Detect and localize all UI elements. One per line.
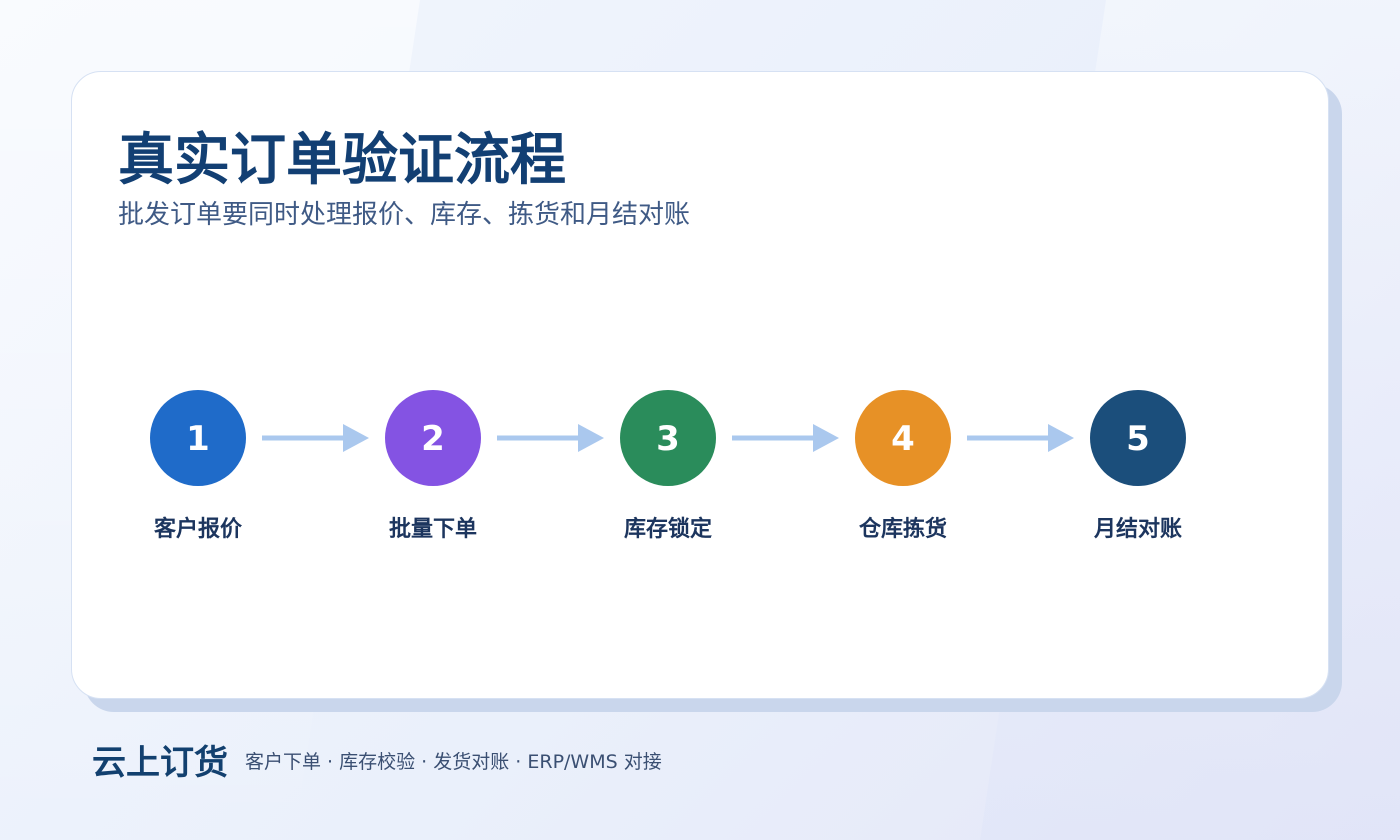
arrow-head	[578, 424, 604, 452]
arrow-head	[343, 424, 369, 452]
flow-arrow	[967, 424, 1074, 452]
step-number: 5	[1126, 419, 1150, 459]
flow-step: 5 月结对账	[1090, 390, 1186, 542]
step-number: 1	[186, 419, 210, 459]
flow-arrow	[732, 424, 839, 452]
footer-brand: 云上订货	[92, 743, 228, 783]
flow-arrow	[262, 424, 369, 452]
arrow-head	[1048, 424, 1074, 452]
step-number: 2	[421, 419, 445, 459]
process-flow-diagram: 1 客户报价 2 批量下单 3 库存锁定 4 仓库拣货 5 月结对账	[150, 390, 1186, 542]
step-number: 4	[891, 419, 915, 459]
footer-tagline: 客户下单 · 库存校验 · 发货对账 · ERP/WMS 对接	[245, 751, 662, 773]
flow-steps: 1 客户报价 2 批量下单 3 库存锁定 4 仓库拣货 5 月结对账	[150, 390, 1186, 542]
step-label: 批量下单	[389, 517, 477, 542]
flow-step: 3 库存锁定	[620, 390, 716, 542]
flow-step: 4 仓库拣货	[855, 390, 951, 542]
step-label: 仓库拣货	[858, 516, 947, 542]
step-number: 3	[656, 419, 680, 459]
step-label: 库存锁定	[624, 516, 712, 542]
step-label: 月结对账	[1093, 516, 1182, 542]
flow-step: 2 批量下单	[385, 390, 481, 542]
flow-arrow	[497, 424, 604, 452]
step-label: 客户报价	[154, 516, 243, 542]
flow-step: 1 客户报价	[150, 390, 246, 542]
arrow-head	[813, 424, 839, 452]
